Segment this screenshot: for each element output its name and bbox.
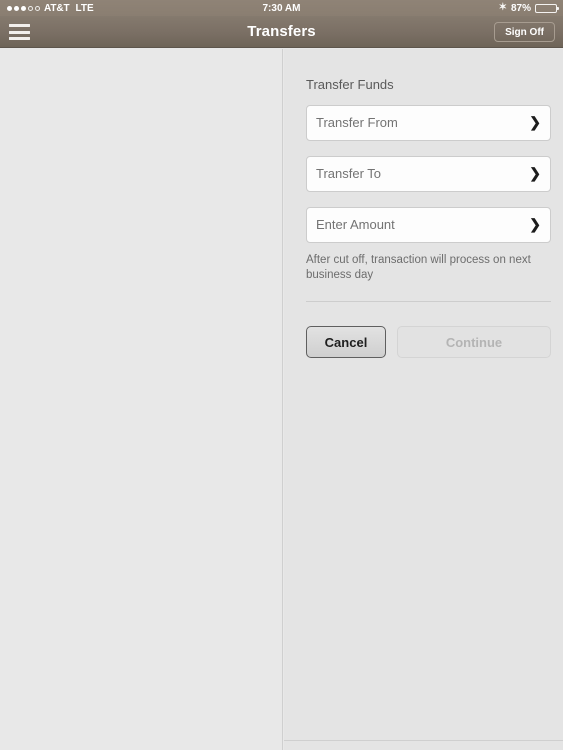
chevron-right-icon: ❯ [529,165,541,181]
battery-percent-label: 87% [510,2,531,14]
status-bar-right: ✶ 87% [498,2,559,14]
navigation-bar: Transfers Sign Off [0,16,563,48]
status-bar: AT&T LTE 7:30 AM ✶ 87% [0,0,563,16]
left-blank-pane [0,49,283,750]
enter-amount-field[interactable]: Enter Amount ❯ [306,207,551,243]
bluetooth-icon: ✶ [498,2,507,13]
section-title: Transfer Funds [306,77,394,92]
sign-off-button[interactable]: Sign Off [494,22,555,42]
clock-label: 7:30 AM [262,2,301,14]
chevron-right-icon: ❯ [529,216,541,232]
transfer-from-label: Transfer From [316,115,398,130]
section-divider [306,301,551,302]
cancel-button[interactable]: Cancel [306,326,386,358]
page-title: Transfers [247,23,316,40]
transfer-from-field[interactable]: Transfer From ❯ [306,105,551,141]
continue-button[interactable]: Continue [397,326,551,358]
app-screen: AT&T LTE 7:30 AM ✶ 87% Transfers Sign Of… [0,0,563,750]
transfer-to-field[interactable]: Transfer To ❯ [306,156,551,192]
transfer-panel: Transfer Funds Transfer From ❯ Transfer … [284,49,563,750]
cutoff-note: After cut off, transaction will process … [306,254,531,281]
transfer-to-label: Transfer To [316,166,382,181]
enter-amount-label: Enter Amount [316,217,395,232]
content-area: Transfer Funds Transfer From ❯ Transfer … [0,49,563,750]
chevron-right-icon: ❯ [529,114,541,130]
transfer-panel-inner: Transfer Funds Transfer From ❯ Transfer … [284,49,563,741]
battery-icon [535,3,559,13]
